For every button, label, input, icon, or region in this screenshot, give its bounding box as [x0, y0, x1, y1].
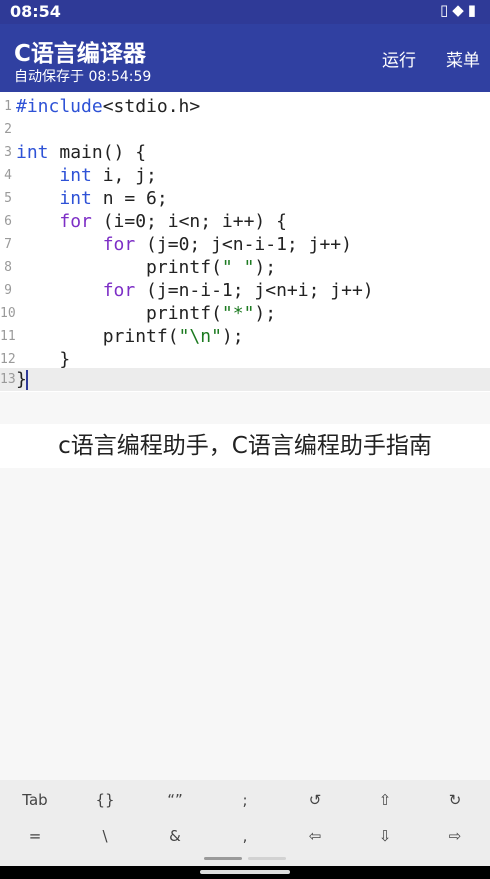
- line-code: for (j=0; j<n-i-1; j++): [16, 233, 352, 256]
- line-number: 11: [0, 329, 16, 344]
- code-line[interactable]: 3 int main() {: [0, 141, 490, 164]
- line-code: int main() {: [16, 141, 146, 164]
- code-line[interactable]: 4 int i, j;: [0, 164, 490, 187]
- symbol-key[interactable]: &: [140, 819, 210, 853]
- code-token: printf(: [16, 303, 222, 324]
- symbol-key[interactable]: {}: [70, 783, 140, 817]
- line-number: 13: [0, 372, 16, 387]
- status-time: 08:54: [10, 2, 61, 21]
- line-number: 7: [4, 237, 12, 252]
- symbol-key[interactable]: Tab: [0, 783, 70, 817]
- status-icons: ▯◆▮: [439, 1, 480, 19]
- code-editor[interactable]: 1 #include<stdio.h> 2 3 int main() {4 int i,…: [0, 92, 490, 392]
- status-bar: 08:54 ▯◆▮: [0, 0, 490, 24]
- symbol-key[interactable]: ↺: [280, 783, 350, 817]
- line-code: #include<stdio.h>: [16, 95, 200, 118]
- code-line[interactable]: 10 printf("*");: [0, 302, 490, 325]
- code-line[interactable]: 11 printf("\n");: [0, 325, 490, 348]
- line-code: for (j=n-i-1; j<n+i; j++): [16, 279, 374, 302]
- code-token: for: [102, 280, 136, 301]
- symbol-key[interactable]: ⇩: [350, 819, 420, 853]
- line-code: printf("\n");: [16, 325, 244, 348]
- code-token: }: [16, 349, 71, 370]
- code-line[interactable]: 2: [0, 118, 490, 141]
- line-code: int n = 6;: [16, 187, 168, 210]
- code-token: );: [254, 303, 277, 324]
- code-line[interactable]: 8 printf(" ");: [0, 256, 490, 279]
- line-code: for (i=0; i<n; i++) {: [16, 210, 287, 233]
- text-cursor: [26, 370, 28, 390]
- caption-text: c语言编程助手，C语言编程助手指南: [0, 424, 490, 468]
- symbol-key[interactable]: \: [70, 819, 140, 853]
- code-token: int: [59, 165, 92, 186]
- code-line[interactable]: 1 #include<stdio.h>: [0, 95, 490, 118]
- code-token: <stdio.h>: [102, 96, 201, 117]
- symbol-key[interactable]: ↻: [420, 783, 490, 817]
- symbol-key[interactable]: ⇦: [280, 819, 350, 853]
- code-line[interactable]: 6 for (i=0; i<n; i++) {: [0, 210, 490, 233]
- code-line[interactable]: 7 for (j=0; j<n-i-1; j++): [0, 233, 490, 256]
- code-token: int: [16, 142, 49, 163]
- line-number: 1: [4, 99, 12, 114]
- line-number: 8: [4, 260, 12, 275]
- run-button[interactable]: 运行: [382, 46, 416, 71]
- code-token: "*": [221, 303, 255, 324]
- code-token: i, j;: [91, 165, 157, 186]
- line-number: 9: [4, 283, 12, 298]
- code-line[interactable]: 5 int n = 6;: [0, 187, 490, 210]
- line-number: 10: [0, 306, 16, 321]
- code-token: (j=n-i-1; j<n+i; j++): [135, 280, 374, 301]
- app-bar: C语言编译器 自动保存于 08:54:59 运行 菜单: [0, 24, 490, 92]
- line-code: printf("*");: [16, 302, 276, 325]
- line-number: 2: [4, 122, 12, 137]
- menu-button[interactable]: 菜单: [446, 46, 480, 71]
- navigation-bar: [0, 866, 490, 879]
- page-indicator-inactive: [248, 857, 286, 860]
- code-token: main() {: [48, 142, 147, 163]
- code-line[interactable]: 9 for (j=n-i-1; j<n+i; j++): [0, 279, 490, 302]
- symbol-key[interactable]: ⇨: [420, 819, 490, 853]
- code-token: for: [102, 234, 136, 255]
- symbol-key[interactable]: ;: [210, 783, 280, 817]
- code-token: " ": [221, 257, 255, 278]
- code-token: #include: [16, 96, 103, 117]
- code-token: printf(: [16, 257, 222, 278]
- symbol-key[interactable]: “”: [140, 783, 210, 817]
- app-title: C语言编译器: [14, 41, 146, 67]
- page-indicator-active: [204, 857, 242, 860]
- home-gesture-pill[interactable]: [200, 870, 290, 874]
- code-token: n = 6;: [91, 188, 168, 209]
- code-token: (j=0; j<n-i-1; j++): [135, 234, 352, 255]
- line-code: printf(" ");: [16, 256, 276, 279]
- code-line[interactable]: 13}: [0, 368, 490, 391]
- code-token: );: [221, 326, 244, 347]
- line-code: int i, j;: [16, 164, 157, 187]
- symbol-key[interactable]: ,: [210, 819, 280, 853]
- code-token: int: [59, 188, 92, 209]
- code-token: for: [59, 211, 92, 232]
- empty-content-area: [0, 468, 490, 780]
- code-token: );: [254, 257, 277, 278]
- line-number: 3: [4, 145, 12, 160]
- symbol-key[interactable]: ⇧: [350, 783, 420, 817]
- code-token: (i=0; i<n; i++) {: [91, 211, 287, 232]
- line-number: 4: [4, 168, 12, 183]
- autosave-status: 自动保存于 08:54:59: [14, 69, 152, 85]
- line-number: 5: [4, 191, 12, 206]
- code-token: printf(: [16, 326, 179, 347]
- line-number: 6: [4, 214, 12, 229]
- symbol-key[interactable]: =: [0, 819, 70, 853]
- symbol-key-bar: Tab{} “”; ↺ ⇧ ↻ = \ &, ⇦ ⇩ ⇨: [0, 780, 490, 866]
- code-token: "\n": [178, 326, 222, 347]
